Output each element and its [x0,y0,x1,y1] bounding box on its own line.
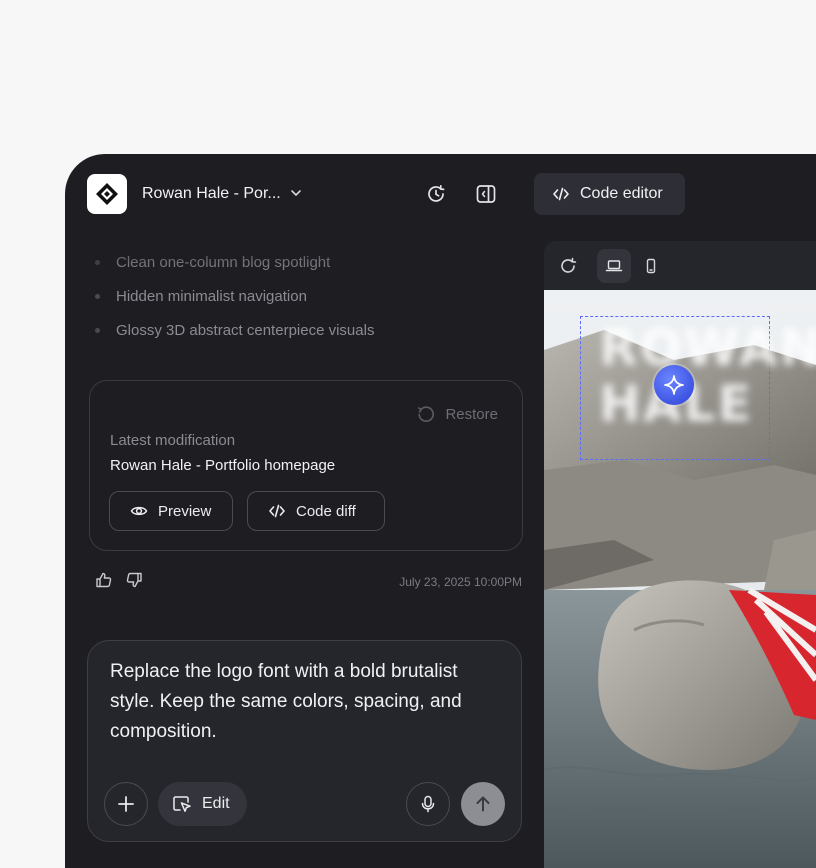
eye-icon [130,506,148,516]
restore-label: Restore [445,405,498,423]
logo-icon [96,183,118,205]
plus-icon [118,796,134,812]
project-title[interactable]: Rowan Hale - Por... [142,185,281,203]
preview-button[interactable]: Preview [109,491,233,531]
desktop-view-button[interactable] [597,249,631,283]
thumbs-up-icon[interactable] [95,571,113,589]
bullet-icon [95,327,100,333]
list-item: Clean one-column blog spotlight [95,252,330,272]
bullet-icon [95,293,100,299]
app-window: Rowan Hale - Por... Code editor Clean on… [65,154,816,868]
preview-pane: ROWAN HALE [544,241,816,868]
thumbs-down-icon[interactable] [125,571,143,589]
app-logo[interactable] [87,174,127,214]
prompt-composer[interactable]: Replace the logo font with a bold brutal… [87,640,522,842]
modification-name: Rowan Hale - Portfolio homepage [110,457,336,474]
list-item: Hidden minimalist navigation [95,286,307,306]
sparkle-icon [664,375,684,395]
preview-toolbar [544,241,816,290]
reload-button[interactable] [551,249,585,283]
arrow-up-icon [476,796,490,812]
prompt-input[interactable]: Replace the logo font with a bold brutal… [110,657,500,747]
mobile-view-button[interactable] [634,249,668,283]
edit-button[interactable]: Edit [158,782,247,826]
restore-button[interactable]: Restore [417,405,498,423]
modification-card: Restore Latest modification Rowan Hale -… [89,380,523,551]
bullet-icon [95,259,100,265]
restore-icon [418,406,435,422]
microphone-button[interactable] [406,782,450,826]
modification-label: Latest modification [110,432,236,449]
add-attachment-button[interactable] [104,782,148,826]
code-editor-button[interactable]: Code editor [534,173,685,215]
send-button[interactable] [461,782,505,826]
panel-toggle-icon[interactable] [475,183,497,205]
refresh-icon [561,257,577,273]
ai-edit-badge[interactable] [654,365,694,405]
chevron-down-icon[interactable] [289,186,303,200]
code-editor-label: Code editor [580,185,663,202]
code-icon [553,187,569,201]
list-item: Glossy 3D abstract centerpiece visuals [95,320,374,340]
preview-canvas[interactable]: ROWAN HALE [544,290,816,868]
code-icon [269,504,285,518]
laptop-icon [605,260,623,272]
code-diff-button[interactable]: Code diff [247,491,385,531]
message-timestamp: July 23, 2025 10:00PM [399,575,522,589]
mobile-icon [646,258,656,274]
microphone-icon [421,795,435,813]
select-cursor-icon [173,796,191,812]
edit-label: Edit [202,795,230,812]
history-icon[interactable] [425,183,447,205]
